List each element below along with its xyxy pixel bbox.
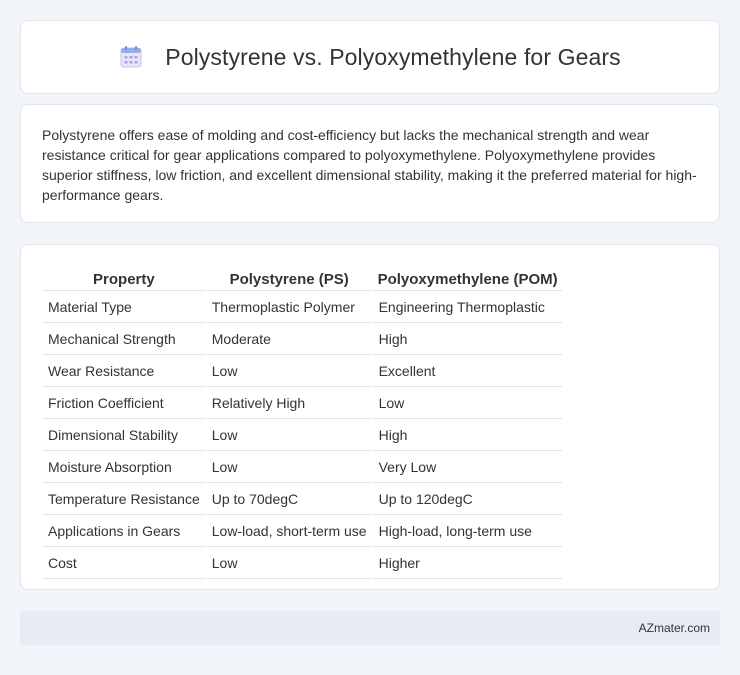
pom-cell: High-load, long-term use [373,517,562,547]
property-cell: Applications in Gears [43,517,205,547]
title-wrap: Polystyrene vs. Polyoxymethylene for Gea… [119,43,621,71]
pom-cell: Up to 120degC [373,485,562,515]
header-property: Property [43,269,205,291]
ps-cell: Moderate [206,325,372,355]
pom-cell: Low [373,389,562,419]
table-row: Temperature Resistance Up to 70degC Up t… [43,485,562,515]
ps-cell: Low [206,421,372,451]
intro-card: Polystyrene offers ease of molding and c… [20,104,720,223]
table-row: Friction Coefficient Relatively High Low [43,389,562,419]
pom-cell: High [373,325,562,355]
pom-cell: Very Low [373,453,562,483]
table-row: Wear Resistance Low Excellent [43,357,562,387]
table-header-row: Property Polystyrene (PS) Polyoxymethyle… [43,269,562,291]
table-row: Moisture Absorption Low Very Low [43,453,562,483]
pom-cell: Excellent [373,357,562,387]
property-cell: Material Type [43,293,205,323]
ps-cell: Thermoplastic Polymer [206,293,372,323]
property-cell: Dimensional Stability [43,421,205,451]
ps-cell: Low-load, short-term use [206,517,372,547]
ps-cell: Low [206,453,372,483]
property-cell: Mechanical Strength [43,325,205,355]
ps-cell: Low [206,357,372,387]
pom-cell: Higher [373,549,562,579]
footer-bar: AZmater.com [20,611,720,645]
ps-cell: Relatively High [206,389,372,419]
property-cell: Wear Resistance [43,357,205,387]
footer-site-name: AZmater.com [638,621,710,635]
table-row: Applications in Gears Low-load, short-te… [43,517,562,547]
title-card: Polystyrene vs. Polyoxymethylene for Gea… [20,20,720,94]
property-cell: Cost [43,549,205,579]
property-cell: Friction Coefficient [43,389,205,419]
comparison-table: Property Polystyrene (PS) Polyoxymethyle… [41,267,564,581]
pom-cell: High [373,421,562,451]
property-cell: Moisture Absorption [43,453,205,483]
pom-cell: Engineering Thermoplastic [373,293,562,323]
ps-cell: Up to 70degC [206,485,372,515]
table-row: Material Type Thermoplastic Polymer Engi… [43,293,562,323]
intro-paragraph: Polystyrene offers ease of molding and c… [42,127,697,203]
table-row: Dimensional Stability Low High [43,421,562,451]
calendar-icon [120,46,142,68]
header-polyoxymethylene: Polyoxymethylene (POM) [373,269,562,291]
page-title: Polystyrene vs. Polyoxymethylene for Gea… [165,43,621,70]
table-row: Mechanical Strength Moderate High [43,325,562,355]
property-cell: Temperature Resistance [43,485,205,515]
table-row: Cost Low Higher [43,549,562,579]
comparison-card: Property Polystyrene (PS) Polyoxymethyle… [20,244,720,590]
header-polystyrene: Polystyrene (PS) [206,269,372,291]
ps-cell: Low [206,549,372,579]
